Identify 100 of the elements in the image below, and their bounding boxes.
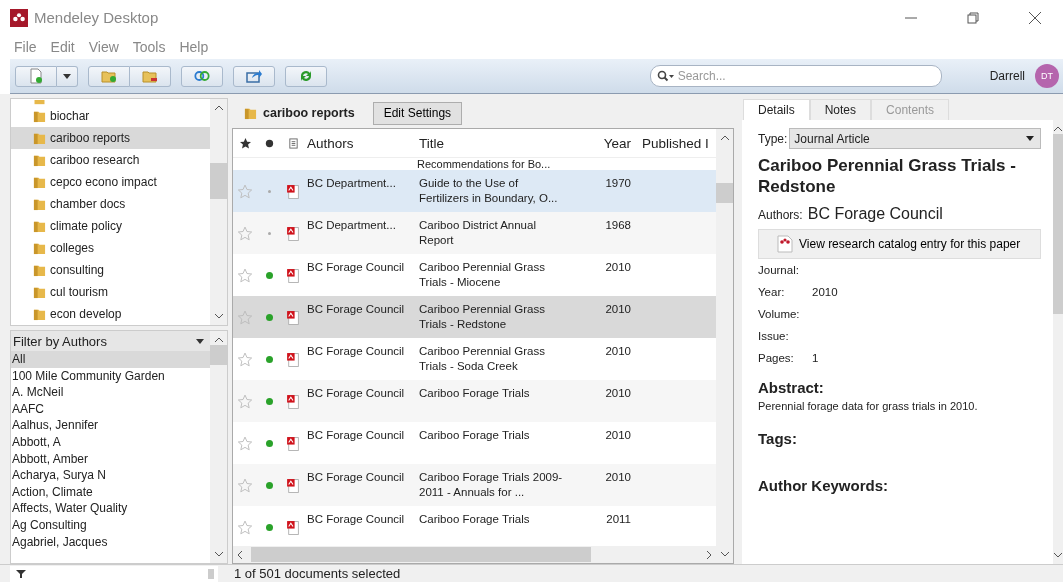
menu-item[interactable]: Tools (132, 39, 166, 55)
user-avatar[interactable]: DT (1035, 64, 1059, 88)
tab[interactable]: Details (743, 99, 810, 120)
author-item[interactable]: 100 Mile Community Garden (11, 367, 210, 385)
author-item[interactable]: Abbott, Amber (11, 450, 210, 468)
restore-icon[interactable] (967, 11, 979, 24)
share-button[interactable] (233, 65, 275, 87)
remove-folder-button[interactable] (130, 65, 171, 87)
read-dot-icon[interactable] (265, 524, 273, 531)
pdf-icon[interactable] (286, 310, 300, 325)
dropdown-button[interactable] (57, 65, 78, 87)
scrollbar[interactable] (1053, 120, 1063, 564)
folder-item[interactable]: econ develop (11, 303, 210, 325)
folder-item[interactable]: colleges (11, 237, 210, 259)
type-dropdown[interactable]: Journal Article (789, 128, 1041, 149)
scroll-up-icon[interactable] (719, 135, 730, 141)
star-icon[interactable] (238, 394, 252, 409)
scroll-down-icon[interactable] (213, 313, 224, 319)
scroll-down-icon[interactable] (719, 551, 730, 557)
star-icon[interactable] (238, 520, 252, 535)
document-icon[interactable] (287, 137, 299, 149)
document-row[interactable]: BC Forage Council Cariboo Forage Trials 2009-2011 - Annuals for ... 2010 (233, 464, 716, 506)
resize-grip-icon[interactable] (208, 568, 214, 579)
pdf-icon[interactable] (286, 352, 300, 367)
column-header[interactable]: Title (417, 135, 571, 151)
column-header[interactable]: Authors (305, 135, 417, 151)
groups-button[interactable] (181, 65, 223, 87)
scroll-down-icon[interactable] (213, 551, 224, 557)
scroll-right-icon[interactable] (706, 549, 712, 560)
pdf-icon[interactable] (286, 394, 300, 409)
menu-item[interactable]: Help (179, 39, 209, 55)
tab[interactable]: Notes (809, 99, 872, 120)
document-row[interactable]: BC Forage Council Cariboo Forage Trials 2010 (233, 380, 716, 422)
scrollbar[interactable] (210, 99, 227, 325)
author-item[interactable]: AAFC (11, 400, 210, 418)
search-field[interactable]: Search... (649, 65, 942, 87)
folder-item[interactable]: cariboo research (11, 149, 210, 171)
unread-dot-icon[interactable] (267, 190, 271, 193)
folder-item[interactable]: consulting (11, 259, 210, 281)
folder-item[interactable]: cepco econo impact (11, 171, 210, 193)
folder-item[interactable]: chamber docs (11, 193, 210, 215)
document-row[interactable]: BC Department... Cariboo District Annual Report 1968 (233, 212, 716, 254)
folder-item[interactable]: biochar (11, 105, 210, 127)
read-dot-icon[interactable] (265, 440, 273, 447)
read-dot-icon[interactable] (265, 356, 273, 363)
pdf-icon[interactable] (286, 520, 300, 535)
author-item[interactable]: Abbott, A (11, 433, 210, 451)
author-item[interactable]: Affects, Water Quality (11, 500, 210, 517)
scroll-down-icon[interactable] (1053, 552, 1063, 558)
folder-item[interactable]: climate policy (11, 215, 210, 237)
star-icon[interactable] (239, 137, 251, 149)
scroll-thumb[interactable] (210, 163, 227, 199)
edit-settings-button[interactable]: Edit Settings (372, 101, 463, 125)
star-icon[interactable] (238, 436, 252, 451)
scroll-thumb[interactable] (1053, 134, 1063, 314)
author-item[interactable]: Action, Climate (11, 483, 210, 501)
scrollbar[interactable] (233, 546, 716, 563)
pdf-icon[interactable] (286, 268, 300, 283)
author-item[interactable]: Aalhus, Jennifer (11, 417, 210, 434)
read-dot-icon[interactable] (265, 272, 273, 279)
menu-item[interactable]: File (14, 39, 37, 55)
catalog-button[interactable]: View research catalog entry for this paper (758, 229, 1041, 259)
filter-dropdown[interactable]: Filter by Authors (11, 331, 210, 351)
unread-dot-icon[interactable] (267, 232, 271, 235)
scroll-left-icon[interactable] (237, 549, 243, 560)
star-icon[interactable] (238, 184, 252, 199)
star-icon[interactable] (238, 268, 252, 283)
author-item[interactable]: Agabriel, Jacques (11, 533, 210, 551)
document-row[interactable]: BC Department... Guide to the Use of Fertilizers in Boundary, O... 1970 (233, 170, 716, 212)
scroll-up-icon[interactable] (213, 105, 224, 111)
read-dot-icon[interactable] (265, 482, 273, 489)
menu-item[interactable]: Edit (50, 39, 75, 55)
menu-item[interactable]: View (88, 39, 119, 55)
scroll-thumb[interactable] (210, 345, 227, 365)
author-item[interactable]: All (11, 351, 210, 368)
scroll-thumb[interactable] (716, 183, 733, 203)
pdf-icon[interactable] (286, 478, 300, 493)
sync-button[interactable] (285, 65, 327, 87)
filter-icon[interactable] (16, 568, 26, 579)
read-dot-icon[interactable] (265, 314, 273, 321)
star-icon[interactable] (238, 310, 252, 325)
add-folder-button[interactable] (88, 65, 130, 87)
folder-item[interactable]: cariboo reports (11, 127, 210, 149)
star-icon[interactable] (238, 352, 252, 367)
author-item[interactable]: Acharya, Surya N (11, 467, 210, 484)
author-item[interactable]: Ag Consulting (11, 516, 210, 534)
star-icon[interactable] (238, 226, 252, 241)
scroll-thumb[interactable] (251, 547, 591, 562)
pdf-icon[interactable] (286, 226, 300, 241)
star-icon[interactable] (238, 478, 252, 493)
author-item[interactable]: A. McNeil (11, 384, 210, 401)
folder-item[interactable]: cul tourism (11, 281, 210, 303)
document-row[interactable]: BC Forage Council Cariboo Perennial Grass Trials - Redstone 2010 (233, 296, 716, 338)
pdf-icon[interactable] (286, 184, 300, 199)
scrollbar[interactable] (716, 129, 733, 563)
scroll-up-icon[interactable] (1053, 126, 1063, 132)
column-header[interactable]: Year (571, 135, 639, 151)
scroll-up-icon[interactable] (213, 337, 224, 343)
close-icon[interactable] (1029, 11, 1041, 24)
dot-icon[interactable] (263, 137, 275, 149)
